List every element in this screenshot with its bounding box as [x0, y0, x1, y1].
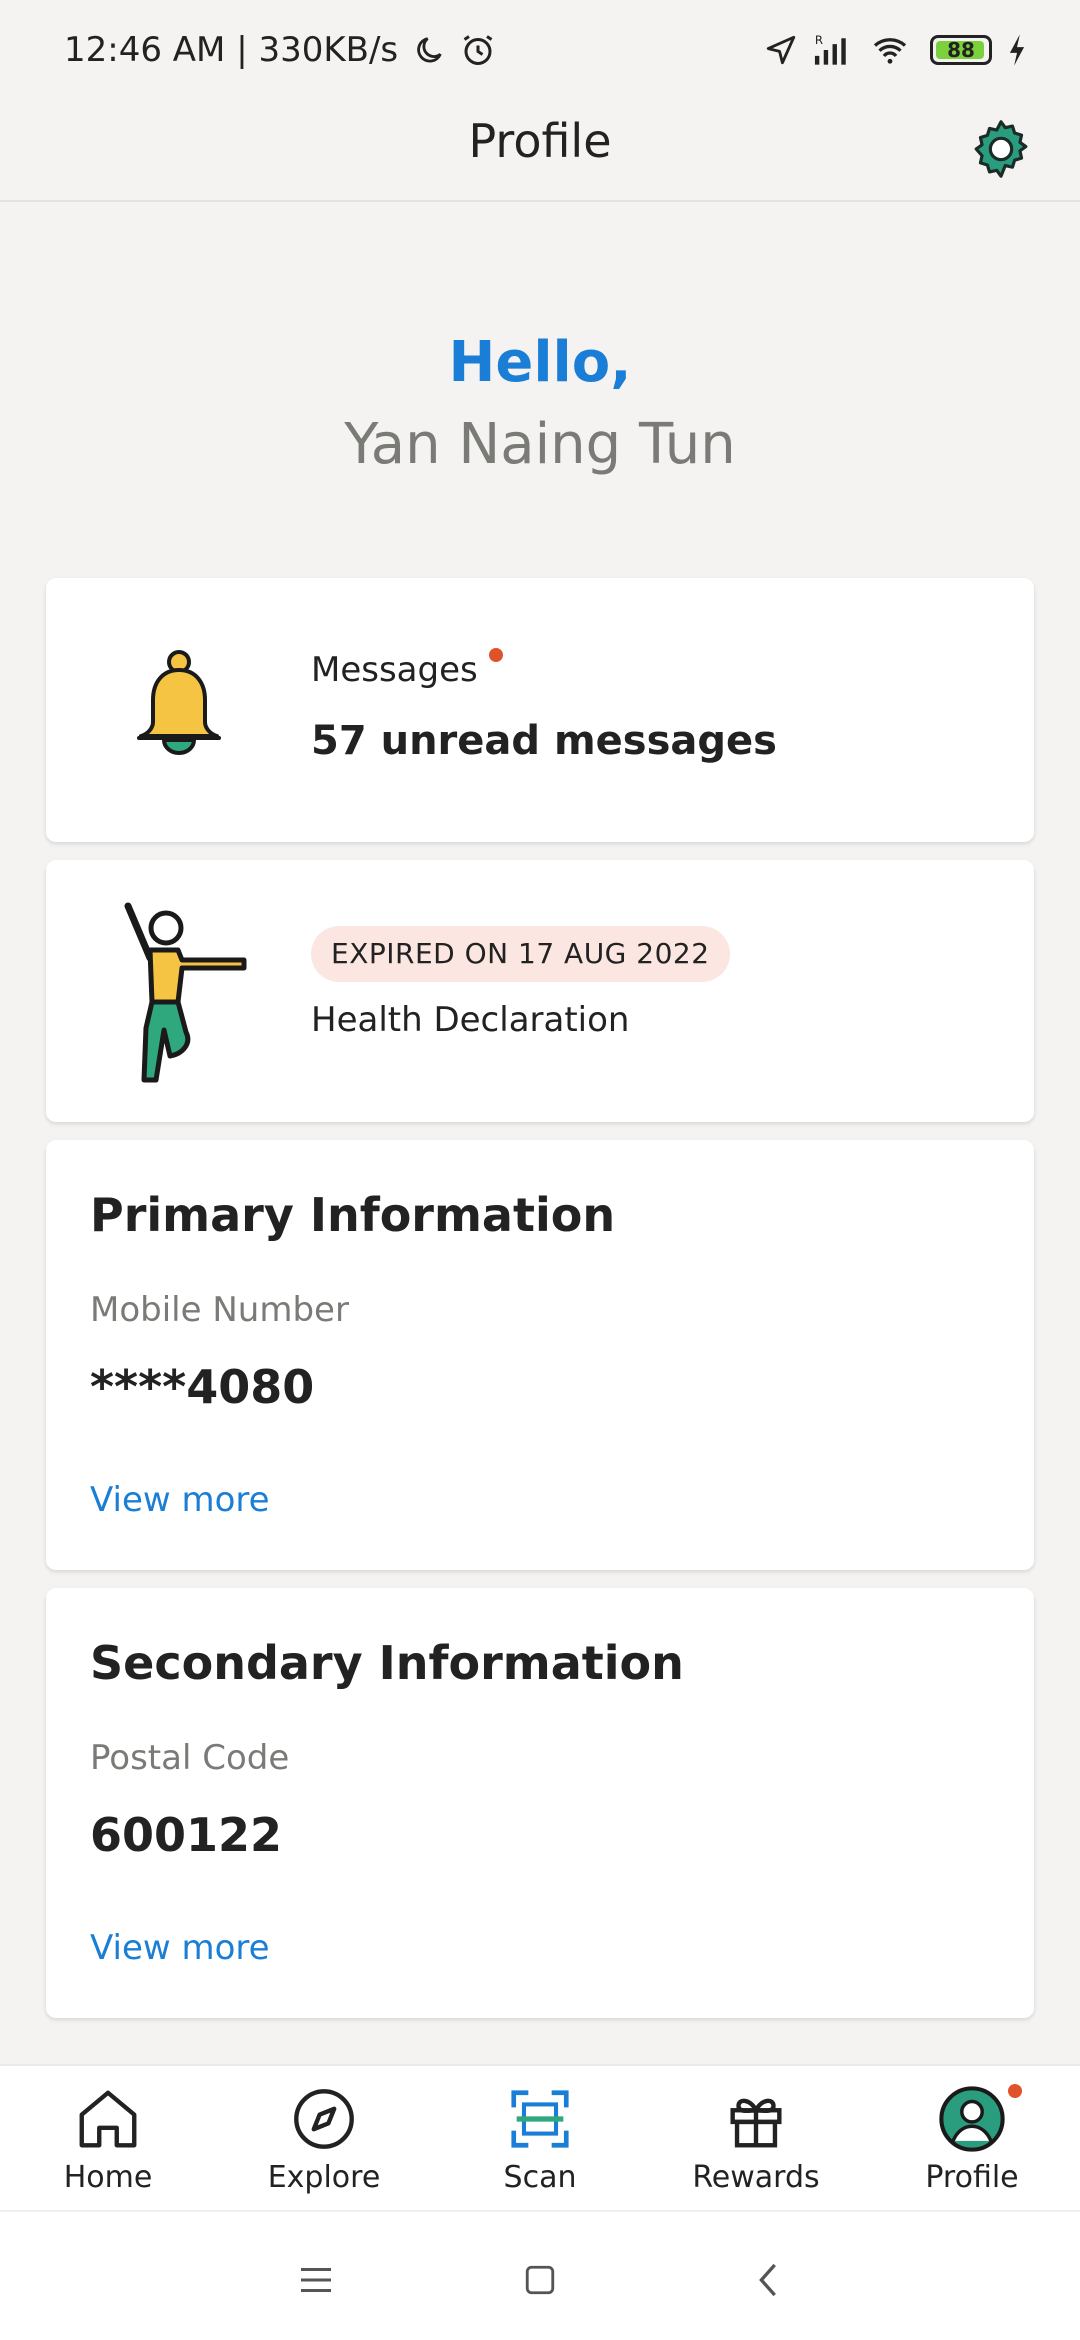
health-declaration-card[interactable]: EXPIRED ON 17 AUG 2022 Health Declaratio… — [46, 860, 1034, 1122]
back-button[interactable] — [740, 2252, 796, 2308]
gift-icon — [730, 2098, 782, 2148]
charging-icon — [1009, 34, 1025, 66]
primary-view-more-link[interactable]: View more — [90, 1480, 270, 1520]
recent-apps-button[interactable] — [288, 2252, 344, 2308]
bell-icon — [137, 650, 221, 755]
nav-explore[interactable]: Explore — [216, 2066, 432, 2210]
alarm-icon — [463, 35, 493, 65]
svg-text:R: R — [815, 33, 823, 47]
battery-icon: 88 — [930, 35, 992, 65]
nav-profile[interactable]: Profile — [864, 2066, 1080, 2210]
person-stretch-icon — [124, 902, 247, 1083]
status-time-speed: 12:46 AM | 330KB/s — [64, 30, 399, 70]
system-navigation-bar — [0, 2210, 1080, 2340]
messages-card[interactable]: Messages 57 unread messages — [46, 578, 1034, 842]
gear-icon — [974, 120, 1028, 178]
app-bar: Profile — [0, 100, 1080, 202]
square-icon — [525, 2265, 555, 2295]
status-right: R 88 — [764, 32, 1028, 68]
secondary-information-card: Secondary Information Postal Code 600122… — [46, 1588, 1034, 2018]
home-system-button[interactable] — [512, 2252, 568, 2308]
profile-icon — [939, 2086, 1005, 2152]
moon-icon — [417, 37, 442, 63]
primary-information-card: Primary Information Mobile Number ****40… — [46, 1140, 1034, 1570]
page-title: Profile — [468, 114, 612, 168]
compass-icon — [294, 2089, 354, 2149]
secondary-information-title: Secondary Information — [90, 1636, 684, 1690]
nav-explore-label: Explore — [267, 2160, 381, 2195]
postal-code-value: 600122 — [90, 1808, 283, 1862]
nav-scan[interactable]: Scan — [432, 2066, 648, 2210]
messages-label: Messages — [311, 650, 478, 690]
user-name: Yan Naing Tun — [344, 412, 736, 477]
expired-badge: EXPIRED ON 17 AUG 2022 — [311, 926, 730, 982]
nav-profile-label: Profile — [925, 2160, 1019, 2195]
nav-rewards-label: Rewards — [692, 2160, 820, 2195]
postal-code-label: Postal Code — [90, 1738, 290, 1778]
signal-icon: R — [814, 33, 846, 65]
bottom-navigation: Home Explore Scan Rewards Profile — [0, 2064, 1080, 2210]
location-icon — [766, 35, 796, 65]
status-left: 12:46 AM | 330KB/s — [64, 30, 496, 70]
unread-messages-count: 57 unread messages — [311, 718, 777, 764]
settings-button[interactable] — [958, 106, 1044, 192]
wifi-icon — [873, 38, 907, 64]
greeting-hello: Hello, — [448, 330, 632, 395]
scan-icon — [511, 2090, 569, 2148]
primary-information-title: Primary Information — [90, 1188, 616, 1242]
back-chevron-icon — [759, 2263, 776, 2297]
health-declaration-label: Health Declaration — [311, 1000, 630, 1040]
status-bar: 12:46 AM | 330KB/s R 88 — [0, 0, 1080, 100]
nav-home[interactable]: Home — [0, 2066, 216, 2210]
secondary-view-more-link[interactable]: View more — [90, 1928, 270, 1968]
unread-dot — [489, 648, 503, 662]
mobile-number-value: ****4080 — [90, 1360, 315, 1414]
menu-icon — [301, 2268, 331, 2292]
profile-notification-dot — [1008, 2084, 1022, 2098]
home-icon — [79, 2090, 137, 2148]
mobile-number-label: Mobile Number — [90, 1290, 349, 1330]
nav-rewards[interactable]: Rewards — [648, 2066, 864, 2210]
nav-home-label: Home — [63, 2160, 153, 2195]
nav-scan-label: Scan — [503, 2160, 577, 2195]
